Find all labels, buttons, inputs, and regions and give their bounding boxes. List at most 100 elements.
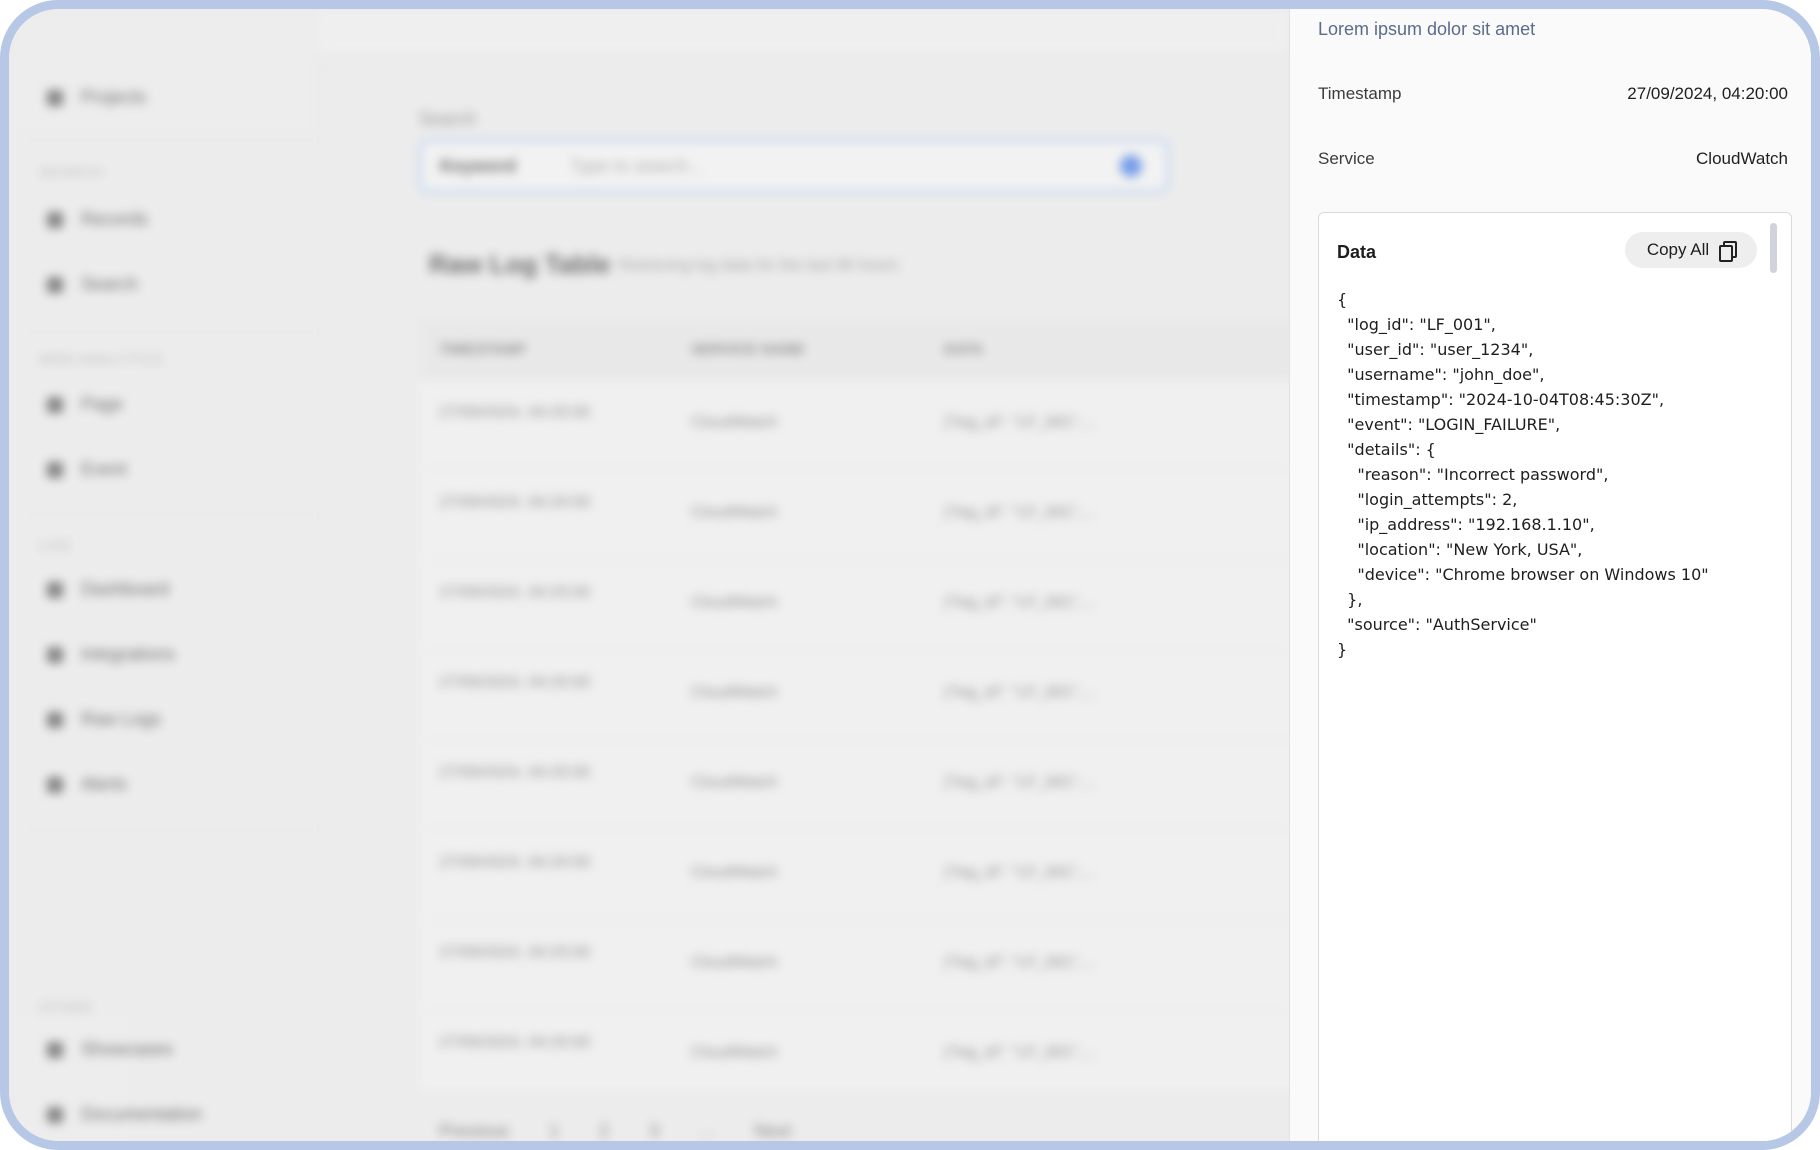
sidebar-item-label: Alerts xyxy=(81,774,128,794)
log-table: TIMESTAMP SERVICE NAME DATA 27/09/2024, … xyxy=(419,319,1299,1089)
table-row[interactable]: 27/09/2024, 04:20:00 CloudWatch {"log_id… xyxy=(419,739,1299,830)
divider xyxy=(21,139,317,140)
json-line: "log_id": "LF_001", xyxy=(1337,315,1496,334)
cell-data: {"log_id": "LF_001",... xyxy=(944,1044,1096,1061)
sidebar-item-label: Integrations xyxy=(81,644,176,664)
table-row[interactable]: 27/09/2024, 04:20:00 CloudWatch {"log_id… xyxy=(419,379,1299,470)
sidebar-item-label: Showcases xyxy=(81,1039,174,1059)
page-button[interactable]: 3 xyxy=(649,1121,659,1141)
table-subtitle: Retrieving log data for the last 96 hour… xyxy=(619,257,899,274)
sidebar-item-label: Projects xyxy=(81,87,147,107)
scrollbar-thumb[interactable] xyxy=(1770,223,1777,273)
sidebar-item-search[interactable]: Search xyxy=(47,274,138,295)
sidebar-item-label: Search xyxy=(81,274,139,294)
json-line: "source": "AuthService" xyxy=(1337,615,1537,634)
cell-data: {"log_id": "LF_001",... xyxy=(944,954,1096,971)
service-value: CloudWatch xyxy=(1696,149,1788,168)
cell-data: {"log_id": "LF_001",... xyxy=(944,864,1096,881)
dashboard-icon xyxy=(47,581,63,598)
integrations-icon xyxy=(47,646,63,663)
service-label: Service xyxy=(1318,149,1375,168)
sidebar-group-label: WEB ANALYTICS xyxy=(39,351,164,367)
alerts-icon xyxy=(47,776,63,793)
divider xyxy=(21,331,317,332)
json-line: { xyxy=(1337,290,1348,309)
json-line: "login_attempts": 2, xyxy=(1337,490,1518,509)
sidebar-item-event[interactable]: Event xyxy=(47,459,127,480)
cell-service: CloudWatch xyxy=(691,774,778,791)
cell-timestamp: 27/09/2024, 04:20:00 xyxy=(439,404,591,421)
sidebar-item-records[interactable]: Records xyxy=(47,209,148,230)
sidebar-item-raw-logs[interactable]: Raw Logs xyxy=(47,709,161,730)
pagination: Previous 1 2 3 ... Next xyxy=(439,1121,791,1141)
cell-data: {"log_id": "LF_001",... xyxy=(944,684,1096,701)
json-line: "ip_address": "192.168.1.10", xyxy=(1337,515,1595,534)
panel-description: Lorem ipsum dolor sit amet xyxy=(1318,19,1536,39)
table-title: Raw Log Table xyxy=(429,249,611,279)
cell-service: CloudWatch xyxy=(691,504,778,521)
next-page-button[interactable]: Next xyxy=(754,1121,791,1141)
timestamp-value: 27/09/2024, 04:20:00 xyxy=(1627,84,1788,103)
copy-all-button[interactable]: Copy All xyxy=(1625,232,1757,268)
table-row[interactable]: 27/09/2024, 04:20:00 CloudWatch {"log_id… xyxy=(419,919,1299,1010)
cell-timestamp: 27/09/2024, 04:20:00 xyxy=(439,584,591,601)
search-mode-select[interactable]: Keyword xyxy=(440,156,550,177)
records-icon xyxy=(47,211,63,228)
sidebar-item-label: Raw Logs xyxy=(81,709,162,729)
raw-logs-icon xyxy=(47,711,63,728)
app-window: Projects SEARCH Records Search WEB ANALY… xyxy=(0,0,1820,1150)
sidebar-item-integrations[interactable]: Integrations xyxy=(47,644,175,665)
data-card: Data Copy All { "log_id": "LF_001", "use… xyxy=(1318,212,1792,1141)
background-app: Projects SEARCH Records Search WEB ANALY… xyxy=(9,9,1299,1141)
sidebar-item-documentation[interactable]: Documentation xyxy=(47,1104,202,1125)
cell-data: {"log_id": "LF_001",... xyxy=(944,414,1096,431)
log-detail-panel: Lorem ipsum dolor sit amet Timestamp 27/… xyxy=(1289,9,1811,1141)
showcases-icon xyxy=(47,1041,63,1058)
sidebar-item-projects[interactable]: Projects xyxy=(47,87,146,108)
column-header-service: SERVICE NAME xyxy=(691,340,805,358)
page-button[interactable]: 2 xyxy=(599,1121,609,1141)
page-ellipsis: ... xyxy=(699,1121,715,1141)
cell-timestamp: 27/09/2024, 04:20:00 xyxy=(439,764,591,781)
cell-data: {"log_id": "LF_001",... xyxy=(944,504,1096,521)
sidebar-item-showcases[interactable]: Showcases xyxy=(47,1039,173,1060)
cell-timestamp: 27/09/2024, 04:20:00 xyxy=(439,944,591,961)
json-line: } xyxy=(1337,640,1348,659)
json-line: "location": "New York, USA", xyxy=(1337,540,1583,559)
table-row[interactable]: 27/09/2024, 04:20:00 CloudWatch {"log_id… xyxy=(419,829,1299,920)
data-title: Data xyxy=(1337,242,1377,262)
json-line: "reason": "Incorrect password", xyxy=(1337,465,1609,484)
divider xyxy=(21,829,317,830)
table-row[interactable]: 27/09/2024, 04:20:00 CloudWatch {"log_id… xyxy=(419,469,1299,560)
table-row[interactable]: 27/09/2024, 04:20:00 CloudWatch {"log_id… xyxy=(419,649,1299,740)
sidebar-group-label: LOG xyxy=(39,537,72,553)
search-label: Search xyxy=(419,109,477,129)
cell-timestamp: 27/09/2024, 04:20:00 xyxy=(439,854,591,871)
page-icon xyxy=(47,396,63,413)
json-line: "username": "john_doe", xyxy=(1337,365,1545,384)
search-bar[interactable]: Keyword Type to search... xyxy=(419,139,1169,193)
json-line: "device": "Chrome browser on Windows 10" xyxy=(1337,565,1709,584)
cell-service: CloudWatch xyxy=(691,594,778,611)
json-content[interactable]: { "log_id": "LF_001", "user_id": "user_1… xyxy=(1337,287,1709,662)
sidebar-item-label: Records xyxy=(81,209,149,229)
cell-data: {"log_id": "LF_001",... xyxy=(944,774,1096,791)
cell-service: CloudWatch xyxy=(691,1044,778,1061)
json-line: "user_id": "user_1234", xyxy=(1337,340,1534,359)
json-line: "timestamp": "2024-10-04T08:45:30Z", xyxy=(1337,390,1665,409)
search-submit-icon[interactable] xyxy=(1120,155,1142,177)
column-header-data: DATA xyxy=(944,340,984,358)
sidebar-item-alerts[interactable]: Alerts xyxy=(47,774,127,795)
timestamp-label: Timestamp xyxy=(1318,84,1402,103)
table-row[interactable]: 27/09/2024, 04:20:00 CloudWatch {"log_id… xyxy=(419,559,1299,650)
page-button[interactable]: 1 xyxy=(549,1121,559,1141)
cell-service: CloudWatch xyxy=(691,414,778,431)
sidebar-item-dashboard[interactable]: Dashboard xyxy=(47,579,169,600)
sidebar-item-page[interactable]: Page xyxy=(47,394,123,415)
sidebar-item-label: Event xyxy=(81,459,128,479)
previous-page-button[interactable]: Previous xyxy=(439,1121,509,1141)
search-input[interactable]: Type to search... xyxy=(570,156,1120,177)
table-row[interactable]: 27/09/2024, 04:20:00 CloudWatch {"log_id… xyxy=(419,1009,1299,1100)
json-line: "details": { xyxy=(1337,440,1436,459)
divider xyxy=(21,514,317,515)
